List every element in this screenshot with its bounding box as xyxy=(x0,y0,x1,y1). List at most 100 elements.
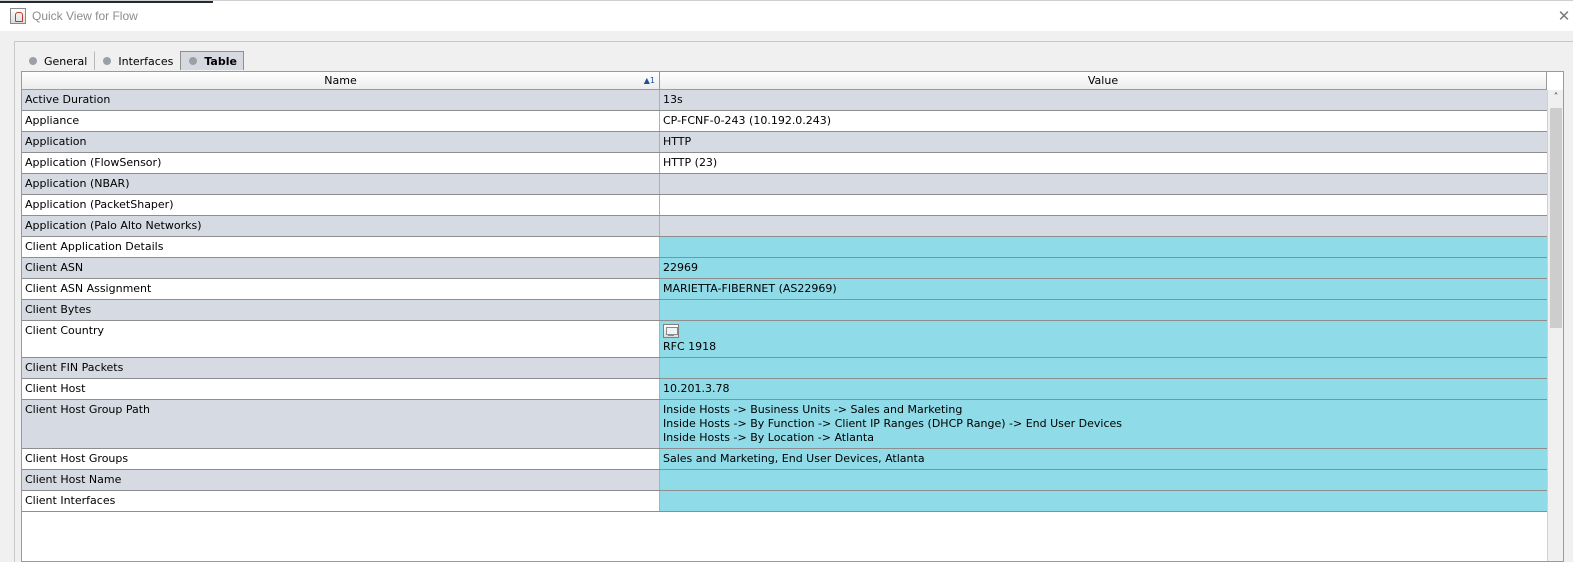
table-row[interactable]: Client FIN Packets xyxy=(22,358,1547,379)
network-flag-icon xyxy=(663,324,679,338)
value-cell: HTTP (23) xyxy=(660,153,1547,173)
name-cell: Application xyxy=(22,132,660,152)
value-text: Inside Hosts -> By Function -> Client IP… xyxy=(663,417,1123,430)
tab-label: Interfaces xyxy=(118,54,174,68)
value-text: CP-FCNF-0-243 (10.192.0.243) xyxy=(663,114,832,127)
value-text: HTTP (23) xyxy=(663,156,718,169)
table-row[interactable]: Application (NBAR) xyxy=(22,174,1547,195)
background-window-strip xyxy=(0,1,213,3)
name-cell: Application (NBAR) xyxy=(22,174,660,194)
name-cell: Application (Palo Alto Networks) xyxy=(22,216,660,236)
value-text: Sales and Marketing, End User Devices, A… xyxy=(663,452,925,465)
value-cell xyxy=(660,358,1547,378)
name-cell: Client Host xyxy=(22,379,660,399)
value-cell xyxy=(660,300,1547,320)
name-cell: Client Application Details xyxy=(22,237,660,257)
name-cell: Client Interfaces xyxy=(22,491,660,511)
tab-general[interactable]: General xyxy=(20,51,94,70)
table-row[interactable]: Client ASN Assignment MARIETTA-FIBERNET (… xyxy=(22,279,1547,300)
value-cell: HTTP xyxy=(660,132,1547,152)
column-header-name[interactable]: Name ▲1 xyxy=(22,72,660,90)
value-cell xyxy=(660,216,1547,236)
column-header-value-label: Value xyxy=(1087,74,1119,87)
value-cell xyxy=(660,237,1547,257)
name-cell: Client ASN xyxy=(22,258,660,278)
value-cell: 10.201.3.78 xyxy=(660,379,1547,399)
tab-label: Table xyxy=(204,54,237,68)
table-body: Active Duration 13s Appliance CP-FCNF-0-243… xyxy=(22,90,1547,512)
column-header-name-label: Name xyxy=(324,74,357,87)
name-cell: Client Bytes xyxy=(22,300,660,320)
vertical-scrollbar[interactable]: ˄ xyxy=(1547,90,1563,561)
value-cell xyxy=(660,470,1547,490)
value-text xyxy=(663,198,1544,212)
name-cell: Appliance xyxy=(22,111,660,131)
tab-dot-icon xyxy=(103,57,112,65)
table-row[interactable]: Appliance CP-FCNF-0-243 (10.192.0.243) xyxy=(22,111,1547,132)
scroll-up-icon[interactable]: ˄ xyxy=(1548,90,1563,106)
name-cell: Client Host Name xyxy=(22,470,660,490)
tab-label: General xyxy=(44,54,88,68)
value-text: 22969 xyxy=(663,261,698,274)
value-text xyxy=(663,177,1544,191)
table-row[interactable]: Client Host Groups Sales and Marketing, E… xyxy=(22,449,1547,470)
table-row[interactable]: Client Application Details xyxy=(22,237,1547,258)
value-cell: MARIETTA-FIBERNET (AS22969) xyxy=(660,279,1547,299)
value-cell: Sales and Marketing, End User Devices, A… xyxy=(660,449,1547,469)
value-cell: CP-FCNF-0-243 (10.192.0.243) xyxy=(660,111,1547,131)
tab-bar: General Interfaces Table xyxy=(20,51,244,71)
table-row[interactable]: Client ASN 22969 xyxy=(22,258,1547,279)
value-text: Inside Hosts -> By Location -> Atlanta xyxy=(663,431,874,444)
table-row[interactable]: Client Country RFC 1918 xyxy=(22,321,1547,358)
value-text: RFC 1918 xyxy=(663,340,717,353)
name-cell: Client Host Groups xyxy=(22,449,660,469)
name-cell: Application (FlowSensor) xyxy=(22,153,660,173)
table-row[interactable]: Client Interfaces xyxy=(22,491,1547,512)
value-text xyxy=(663,473,1544,487)
value-cell xyxy=(660,491,1547,511)
value-text: Inside Hosts -> Business Units -> Sales … xyxy=(663,403,963,416)
name-cell: Client Country xyxy=(22,321,660,357)
table-row[interactable]: Application (PacketShaper) xyxy=(22,195,1547,216)
table-row[interactable]: Application (FlowSensor) HTTP (23) xyxy=(22,153,1547,174)
tab-table[interactable]: Table xyxy=(180,51,244,70)
title-bar: Quick View for Flow ✕ xyxy=(0,0,1573,31)
value-text: 13s xyxy=(663,93,683,106)
value-text xyxy=(663,219,1544,233)
close-icon[interactable]: ✕ xyxy=(1555,7,1573,25)
name-cell: Application (PacketShaper) xyxy=(22,195,660,215)
scrollbar-thumb[interactable] xyxy=(1550,108,1562,328)
value-text: 10.201.3.78 xyxy=(663,382,730,395)
table-row[interactable]: Application (Palo Alto Networks) xyxy=(22,216,1547,237)
value-text: HTTP xyxy=(663,135,692,148)
tab-dot-icon xyxy=(189,57,198,65)
table-row[interactable]: Client Bytes xyxy=(22,300,1547,321)
value-text xyxy=(663,494,1544,508)
table-row[interactable]: Client Host Group Path Inside Hosts -> Bu… xyxy=(22,400,1547,449)
column-header-value[interactable]: Value xyxy=(660,72,1547,90)
properties-table: Name ▲1 Value Active Duration 13s Applianc… xyxy=(21,71,1564,562)
value-text xyxy=(663,303,1544,317)
value-cell: RFC 1918 xyxy=(660,321,1547,357)
table-row[interactable]: Client Host 10.201.3.78 xyxy=(22,379,1547,400)
table-row[interactable]: Active Duration 13s xyxy=(22,90,1547,111)
name-cell: Client Host Group Path xyxy=(22,400,660,448)
value-cell: Inside Hosts -> Business Units -> Sales … xyxy=(660,400,1547,448)
name-cell: Client ASN Assignment xyxy=(22,279,660,299)
java-cup-icon xyxy=(10,8,26,24)
table-row[interactable]: Application HTTP xyxy=(22,132,1547,153)
table-row[interactable]: Client Host Name xyxy=(22,470,1547,491)
value-text xyxy=(663,240,1544,254)
value-text: MARIETTA-FIBERNET (AS22969) xyxy=(663,282,837,295)
tab-dot-icon xyxy=(29,57,37,65)
table-header: Name ▲1 Value xyxy=(22,72,1547,90)
value-cell: 13s xyxy=(660,90,1547,110)
value-cell xyxy=(660,174,1547,194)
value-cell: 22969 xyxy=(660,258,1547,278)
name-cell: Active Duration xyxy=(22,90,660,110)
sort-ascending-icon: ▲1 xyxy=(643,76,655,85)
window-title: Quick View for Flow xyxy=(32,9,138,23)
value-cell xyxy=(660,195,1547,215)
value-text xyxy=(663,361,1544,375)
tab-interfaces[interactable]: Interfaces xyxy=(94,51,180,70)
